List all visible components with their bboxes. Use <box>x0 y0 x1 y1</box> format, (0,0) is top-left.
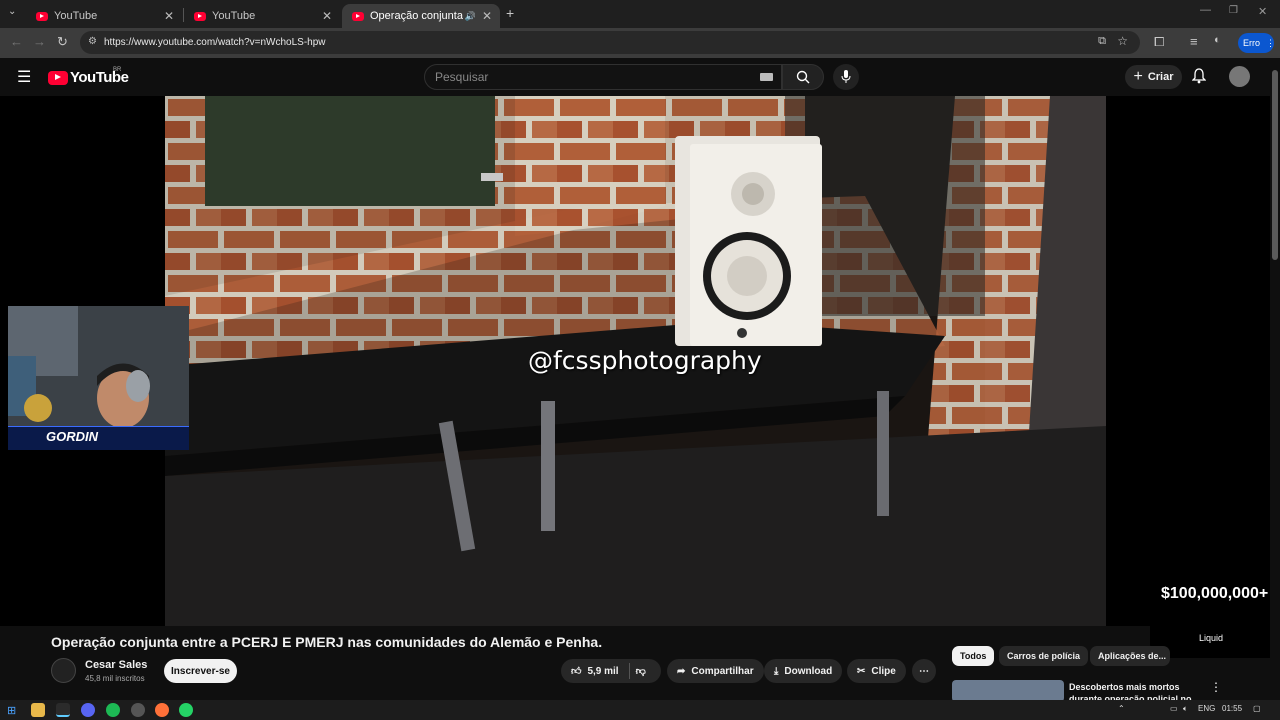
download-icon: ⤓ <box>774 665 779 677</box>
spotify-icon[interactable] <box>106 703 120 717</box>
account-avatar[interactable] <box>1229 66 1250 87</box>
profile-avatar-icon[interactable]: ◐ <box>1214 34 1221 46</box>
browser-toolbar: ← → ↻ ⚙ https://www.youtube.com/watch?v=… <box>0 28 1280 58</box>
clip-label: Clipe <box>871 665 896 677</box>
notifications-bell-icon[interactable] <box>1192 68 1206 84</box>
more-actions-button[interactable]: ⋯ <box>912 659 936 683</box>
browser-tab-strip: ⌄ YouTube ✕ YouTube ✕ Operação conjunta … <box>0 0 1280 28</box>
tray-overflow-icon[interactable]: ⌃ <box>1118 704 1125 713</box>
network-icon[interactable]: ▭ <box>1170 704 1178 713</box>
profile-error-pill[interactable]: Erro ⋮ <box>1238 33 1275 53</box>
plus-icon: + <box>1133 68 1143 85</box>
clock[interactable]: 01:55 <box>1222 704 1242 713</box>
chip-applications[interactable]: Aplicações de... <box>1090 646 1170 666</box>
like-dislike-group: 👍︎ 5,9 mil 👎︎ <box>561 659 661 683</box>
scissors-icon: ✂ <box>857 665 866 677</box>
recommendation-thumbnail[interactable] <box>952 680 1064 702</box>
promo-brand: Liquid <box>1199 633 1224 643</box>
create-button[interactable]: + Criar <box>1125 65 1182 89</box>
video-watermark: @fcssphotography <box>528 346 762 375</box>
install-app-icon[interactable]: ⧉ <box>1098 35 1106 48</box>
chrome-menu-icon[interactable]: ⋮ <box>1266 38 1275 49</box>
audio-playing-icon[interactable]: 🔊 <box>465 11 476 22</box>
tab-active-video[interactable]: Operação conjunta entre a 🔊 ✕ <box>342 4 500 28</box>
streamer-banner <box>8 426 189 450</box>
chip-police-cars[interactable]: Carros de polícia <box>999 646 1089 666</box>
reload-icon[interactable]: ↻ <box>57 34 68 50</box>
back-icon[interactable]: ← <box>10 34 23 49</box>
share-button[interactable]: ➦ Compartilhar <box>667 659 764 683</box>
promo-amount: $100,000,000+ <box>1161 585 1269 602</box>
streamer-webcam-overlay: GORDIN <box>8 306 189 450</box>
create-label: Criar <box>1147 71 1174 83</box>
share-icon: ➦ <box>677 665 686 677</box>
dislike-icon[interactable]: 👎︎ <box>636 665 646 677</box>
youtube-header: ☰ YouTube BR Pesquisar + Criar <box>0 58 1280 96</box>
restore-icon[interactable]: ❐ <box>1229 5 1238 16</box>
extensions-icon[interactable]: ⧠ <box>1154 34 1164 50</box>
close-window-icon[interactable]: ✕ <box>1258 5 1267 18</box>
url-text: https://www.youtube.com/watch?v=nWchoLS-… <box>104 37 326 48</box>
media-control-icon[interactable]: ≡ <box>1190 34 1198 49</box>
tab-search-icon[interactable]: ⌄ <box>8 6 16 17</box>
notification-center-icon[interactable]: ▢ <box>1253 704 1261 713</box>
close-tab-icon[interactable]: ✕ <box>322 9 332 23</box>
voice-search-button[interactable] <box>833 64 859 90</box>
minimize-icon[interactable]: — <box>1200 4 1211 16</box>
chip-all[interactable]: Todos <box>952 646 995 666</box>
windows-start-icon[interactable]: ⊞ <box>7 704 16 717</box>
bookmark-star-icon[interactable]: ☆ <box>1117 34 1128 48</box>
download-button[interactable]: ⤓ Download <box>764 659 843 683</box>
download-label: Download <box>784 665 833 677</box>
profile-error-label: Erro <box>1243 38 1261 48</box>
country-code: BR <box>113 67 122 73</box>
subscribe-button[interactable]: Inscrever-se <box>164 659 237 683</box>
search-placeholder: Pesquisar <box>435 70 489 84</box>
address-bar[interactable]: ⚙ https://www.youtube.com/watch?v=nWchoL… <box>80 31 1140 54</box>
like-count[interactable]: 5,9 mil <box>587 666 618 677</box>
site-info-icon[interactable]: ⚙ <box>88 36 97 47</box>
tab-youtube-2[interactable]: YouTube ✕ <box>184 4 340 28</box>
hamburger-menu-icon[interactable]: ☰ <box>17 67 31 87</box>
youtube-play-icon <box>48 70 68 85</box>
youtube-favicon-icon <box>36 11 48 21</box>
tab-title: YouTube <box>54 10 98 22</box>
clip-button[interactable]: ✂ Clipe <box>847 659 906 683</box>
discord-icon[interactable] <box>81 703 95 717</box>
search-button[interactable] <box>782 64 824 90</box>
more-icon: ⋯ <box>919 665 929 677</box>
new-tab-icon[interactable]: + <box>506 5 514 21</box>
tab-title: Operação conjunta entre a <box>370 10 465 22</box>
divider <box>628 663 630 679</box>
search-input[interactable]: Pesquisar <box>424 64 782 90</box>
channel-avatar[interactable] <box>51 658 76 683</box>
tab-youtube-1[interactable]: YouTube ✕ <box>26 4 182 28</box>
language-indicator[interactable]: ENG <box>1198 704 1215 713</box>
channel-name[interactable]: Cesar Sales <box>85 659 147 671</box>
close-tab-icon[interactable]: ✕ <box>164 9 174 23</box>
firefox-icon[interactable] <box>155 703 169 717</box>
app-icon[interactable] <box>131 703 145 717</box>
youtube-logo[interactable]: YouTube BR <box>48 67 129 86</box>
channel-subscriber-count: 45,8 mil inscritos <box>85 674 145 683</box>
youtube-favicon-icon <box>352 11 364 21</box>
scrollbar-thumb[interactable] <box>1272 70 1278 260</box>
streamer-name: GORDIN <box>46 429 98 444</box>
like-icon[interactable]: 👍︎ <box>571 665 581 677</box>
share-label: Compartilhar <box>691 665 754 677</box>
file-explorer-icon[interactable] <box>31 703 45 717</box>
tab-title: YouTube <box>212 10 256 22</box>
video-player[interactable]: @fcssphotography <box>0 96 1270 626</box>
microphone-icon <box>841 70 851 83</box>
forward-icon[interactable]: → <box>33 34 46 49</box>
youtube-favicon-icon <box>194 11 206 21</box>
whatsapp-icon[interactable] <box>179 703 193 717</box>
video-title: Operação conjunta entre a PCERJ E PMERJ … <box>51 634 603 650</box>
keyboard-icon[interactable] <box>760 73 773 81</box>
close-tab-icon[interactable]: ✕ <box>482 9 492 23</box>
search-icon <box>796 70 810 84</box>
chrome-taskbar-icon[interactable] <box>56 703 70 717</box>
volume-icon[interactable]: 🔈︎ <box>1183 704 1188 714</box>
recommendation-menu-icon[interactable]: ⋮ <box>1210 680 1222 694</box>
